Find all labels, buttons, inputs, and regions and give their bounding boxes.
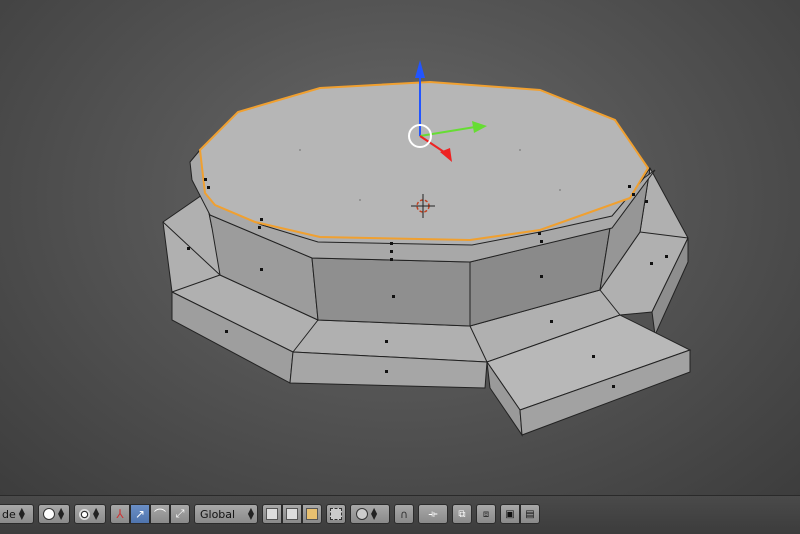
pivot-selector[interactable]: ▲ ▼ (74, 504, 106, 524)
render-anim-button[interactable]: ▤ (520, 504, 540, 524)
mode-label: de (2, 507, 16, 521)
pivot-icon (79, 508, 90, 520)
mode-selector[interactable]: de ▲ ▼ (0, 504, 34, 524)
render-group: ▣ ▤ (500, 504, 540, 524)
select-mode-group (262, 504, 322, 524)
3d-viewport[interactable] (0, 0, 800, 495)
updown-icon: ▲ ▼ (58, 506, 65, 521)
manipulator-group: ⅄ ↗ ⌒ ⤢ (110, 504, 190, 524)
occlude-geometry-button[interactable] (326, 504, 346, 524)
axes-icon: ⅄ (116, 507, 124, 521)
film-icon: ▤ (525, 508, 535, 520)
header-toolbar: de ▲ ▼ ▲ ▼ ▲ ▼ ⅄ ↗ ⌒ ⤢ Global ▲ ▼ ▲ ▼ ∩ … (0, 502, 544, 526)
camera-icon: ▣ (505, 508, 515, 520)
updown-icon: ▲ ▼ (18, 506, 25, 521)
proportional-edit-selector[interactable]: ▲ ▼ (350, 504, 390, 524)
snap-toggle-button[interactable]: ∩ (394, 504, 414, 524)
snap-element-selector[interactable]: ⟛ (418, 504, 448, 524)
occlude-icon (330, 508, 342, 520)
vertex-icon (266, 508, 278, 520)
snap-target-icon: ⧉ (458, 508, 466, 520)
render-still-button[interactable]: ▣ (500, 504, 520, 524)
magnet-icon: ∩ (399, 507, 409, 521)
arrow-icon: ↗ (134, 507, 146, 521)
manipulator-toggle-button[interactable]: ⅄ (110, 504, 130, 524)
updown-icon: ▲ ▼ (93, 506, 100, 521)
updown-icon: ▲ ▼ (371, 506, 378, 521)
z-axis-arrow-icon[interactable] (415, 60, 425, 78)
viewport-header: de ▲ ▼ ▲ ▼ ▲ ▼ ⅄ ↗ ⌒ ⤢ Global ▲ ▼ ▲ ▼ ∩ … (0, 495, 800, 534)
top-face-selected[interactable] (198, 80, 650, 242)
orientation-selector[interactable]: Global ▲ ▼ (194, 504, 258, 524)
sphere-icon (43, 508, 55, 520)
edge-select-button[interactable] (282, 504, 302, 524)
rotate-button[interactable]: ⌒ (150, 504, 170, 524)
translate-button[interactable]: ↗ (130, 504, 150, 524)
snap-increment-icon: ⟛ (428, 508, 438, 520)
rotate-icon: ⌒ (153, 507, 166, 522)
orientation-label: Global (200, 507, 236, 521)
face-select-button[interactable] (302, 504, 322, 524)
proportional-icon (356, 508, 368, 520)
shading-selector[interactable]: ▲ ▼ (38, 504, 70, 524)
layers-button[interactable]: ⧈ (476, 504, 496, 524)
scale-button[interactable]: ⤢ (170, 504, 190, 524)
face-icon (306, 508, 318, 520)
snap-target-button[interactable]: ⧉ (452, 504, 472, 524)
scale-icon: ⤢ (175, 507, 185, 520)
layers-icon: ⧈ (482, 508, 490, 520)
updown-icon: ▲ ▼ (247, 506, 254, 521)
vertex-select-button[interactable] (262, 504, 282, 524)
edge-icon (286, 508, 298, 520)
mesh-scene[interactable] (0, 0, 800, 495)
inner-wall-front (311, 257, 471, 327)
